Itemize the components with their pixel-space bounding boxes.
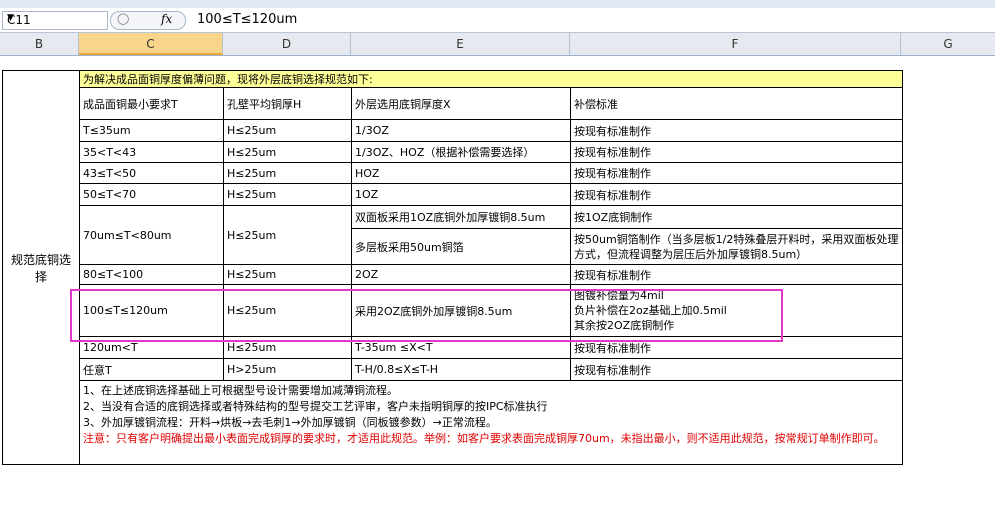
table-cell[interactable]: 1OZ	[351, 183, 571, 206]
spec-table: 规范底铜选择 为解决成品面铜厚度偏薄问题，现将外层底铜选择规范如下: 成品面铜最…	[2, 70, 903, 465]
note-line: 2、当没有合适的底铜选择或者特殊结构的型号提交工艺评审，客户未指明铜厚的按IPC…	[83, 400, 548, 413]
column-header-c[interactable]: C	[79, 33, 223, 55]
table-cell[interactable]: H≤25um	[223, 284, 352, 337]
formula-bar: C11 ▼ ◯ fx 100≤T≤120um	[0, 8, 995, 33]
table-cell[interactable]: 双面板采用1OZ底铜外加厚镀铜8.5um	[351, 205, 571, 229]
side-label[interactable]: 规范底铜选择	[2, 70, 80, 465]
table-cell[interactable]: 2OZ	[351, 264, 571, 285]
table-cell[interactable]: 80≤T<100	[79, 264, 224, 285]
column-header-d[interactable]: D	[223, 33, 351, 55]
table-cell[interactable]: 1/3OZ、HOZ（根据补偿需要选择）	[351, 141, 571, 163]
table-cell[interactable]: 1/3OZ	[351, 119, 571, 142]
table-cell[interactable]: 采用2OZ底铜外加厚镀铜8.5um	[351, 284, 571, 337]
table-cell[interactable]: T≤35um	[79, 119, 224, 142]
chevron-down-icon[interactable]: ▼	[7, 13, 104, 23]
header-cell[interactable]: 孔壁平均铜厚H	[223, 87, 352, 120]
table-cell[interactable]: 任意T	[79, 358, 224, 381]
table-cell[interactable]: 按现有标准制作	[570, 162, 903, 184]
note-line: 1、在上述底铜选择基础上可根据型号设计需要增加减薄铜流程。	[83, 384, 398, 397]
table-cell[interactable]: H≤25um	[223, 141, 352, 163]
table-cell[interactable]: 按现有标准制作	[570, 336, 903, 359]
column-header-e[interactable]: E	[351, 33, 570, 55]
circle-cancel-icon[interactable]: ◯	[117, 12, 129, 25]
table-cell[interactable]: HOZ	[351, 162, 571, 184]
table-cell[interactable]: 图镀补偿量为4mil 负片补偿在2oz基础上加0.5mil 其余按2OZ底铜制作	[570, 284, 903, 337]
table-cell[interactable]: 按1OZ底铜制作	[570, 205, 903, 229]
formula-input[interactable]: 100≤T≤120um	[197, 12, 297, 27]
formula-buttons: ◯ fx	[110, 11, 186, 30]
table-cell[interactable]: 43≤T<50	[79, 162, 224, 184]
warning-note: 注意：只有客户明确提出最小表面完成铜厚的要求时，才适用此规范。举例：如客户要求表…	[83, 432, 885, 445]
table-cell[interactable]: 120um<T	[79, 336, 224, 359]
table-cell[interactable]: H≤25um	[223, 264, 352, 285]
column-header-b[interactable]: B	[0, 33, 79, 55]
std-line: 其余按2OZ底铜制作	[574, 319, 675, 332]
table-cell[interactable]: 50≤T<70	[79, 183, 224, 206]
table-cell[interactable]: T-H/0.8≤X≤T-H	[351, 358, 571, 381]
table-cell[interactable]: H≤25um	[223, 162, 352, 184]
table-cell[interactable]: 按50um铜箔制作（当多层板1/2特殊叠层开料时，采用双面板处理方式，但流程调整…	[570, 228, 903, 265]
std-line: 图镀补偿量为4mil	[574, 289, 664, 302]
table-cell[interactable]: 按现有标准制作	[570, 264, 903, 285]
column-header-f[interactable]: F	[570, 33, 901, 55]
notes-cell[interactable]: 1、在上述底铜选择基础上可根据型号设计需要增加减薄铜流程。 2、当没有合适的底铜…	[79, 380, 903, 465]
column-header-g[interactable]: G	[901, 33, 995, 55]
selected-cell[interactable]: 100≤T≤120um	[79, 284, 224, 337]
table-cell[interactable]: H>25um	[223, 358, 352, 381]
table-cell[interactable]: 按现有标准制作	[570, 358, 903, 381]
function-icon[interactable]: fx	[161, 12, 172, 26]
table-cell[interactable]: 多层板采用50um铜箔	[351, 228, 571, 265]
table-cell[interactable]: 按现有标准制作	[570, 119, 903, 142]
column-header-row: B C D E F G	[0, 33, 995, 56]
table-cell[interactable]: 按现有标准制作	[570, 183, 903, 206]
table-cell[interactable]: T-35um ≤X<T	[351, 336, 571, 359]
table-cell[interactable]: H≤25um	[223, 205, 352, 265]
banner-cell[interactable]: 为解决成品面铜厚度偏薄问题，现将外层底铜选择规范如下:	[79, 70, 903, 88]
note-line: 3、外加厚镀铜流程：开料→烘板→去毛刺1→外加厚镀铜（同板镀参数）→正常流程。	[83, 416, 497, 429]
std-line: 负片补偿在2oz基础上加0.5mil	[574, 304, 727, 317]
table-cell[interactable]: 35<T<43	[79, 141, 224, 163]
name-box[interactable]: C11 ▼	[2, 11, 108, 30]
table-cell[interactable]: 按现有标准制作	[570, 141, 903, 163]
table-cell[interactable]: H≤25um	[223, 336, 352, 359]
worksheet-grid[interactable]: 规范底铜选择 为解决成品面铜厚度偏薄问题，现将外层底铜选择规范如下: 成品面铜最…	[0, 56, 995, 522]
table-cell[interactable]: H≤25um	[223, 183, 352, 206]
header-cell[interactable]: 成品面铜最小要求T	[79, 87, 224, 120]
header-cell[interactable]: 补偿标准	[570, 87, 903, 120]
table-cell[interactable]: H≤25um	[223, 119, 352, 142]
table-cell[interactable]: 70um≤T<80um	[79, 205, 224, 265]
header-cell[interactable]: 外层选用底铜厚度X	[351, 87, 571, 120]
